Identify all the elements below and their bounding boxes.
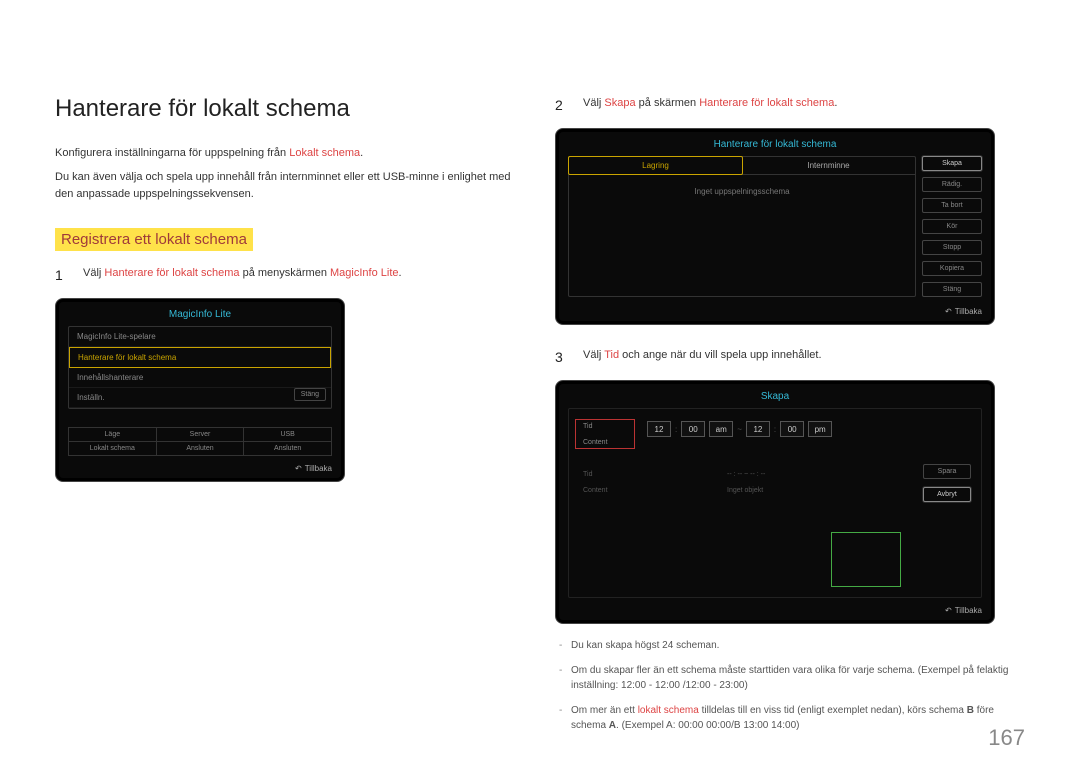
time-m2[interactable]: 00 (780, 421, 804, 437)
mock2-btn-kor[interactable]: Kör (922, 219, 982, 234)
m3-ghost1-val: -- : -- ~ -- : -- (727, 471, 765, 478)
s2-post: . (834, 97, 837, 109)
time-h1[interactable]: 12 (647, 421, 671, 437)
s3-red1: Tid (604, 349, 619, 361)
s1-post: . (399, 267, 402, 279)
m3-ghost2-label: Content (583, 487, 633, 494)
step-2-num: 2 (555, 95, 569, 116)
note-1: Du kan skapa högst 24 scheman. (559, 638, 1030, 653)
m1-td-2: Ansluten (156, 441, 244, 455)
mock2-empty-text: Inget uppspelningsschema (569, 175, 915, 266)
s2-red2: Hanterare för lokalt schema (699, 97, 834, 109)
mock1-row-0[interactable]: MagicInfo Lite-spelare (69, 327, 331, 347)
mock2-btn-radig[interactable]: Rädig. (922, 177, 982, 192)
intro1-pre: Konfigurera inställningarna för uppspeln… (55, 147, 289, 159)
mock2-btn-stopp[interactable]: Stopp (922, 240, 982, 255)
m1-td-3: Ansluten (244, 441, 332, 455)
step-3-num: 3 (555, 347, 569, 368)
time-ap1[interactable]: am (709, 421, 733, 437)
s2-mid: på skärmen (636, 97, 700, 109)
mock2-btn-tabort[interactable]: Ta bort (922, 198, 982, 213)
mock2-tab-internminne[interactable]: Internminne (742, 157, 915, 174)
s2-red1: Skapa (604, 97, 635, 109)
mock3-back[interactable]: Tillbaka (945, 606, 982, 615)
mock-skapa-screen: Skapa Tid 12 : 00 am ~ 12 : 00 pm (555, 380, 995, 624)
mock2-btn-skapa[interactable]: Skapa (922, 156, 982, 171)
n3-pre: Om mer än ett (571, 705, 638, 716)
n3-b: B (967, 705, 974, 716)
m3-row2-label: Content (583, 439, 633, 446)
n3-red: lokalt schema (638, 705, 699, 716)
page-number: 167 (988, 725, 1025, 751)
s1-pre: Välj (83, 267, 104, 279)
n3-post: . (Exempel A: 00:00 00:00/B 13:00 14:00) (616, 720, 799, 731)
mock2-title: Hanterare för lokalt schema (562, 135, 988, 156)
step-1: 1 Välj Hanterare för lokalt schema på me… (55, 265, 515, 286)
mock2-btn-stang[interactable]: Stäng (922, 282, 982, 297)
page-title: Hanterare för lokalt schema (55, 95, 515, 123)
mock3-title: Skapa (562, 387, 988, 408)
m1-td-1: Lokalt schema (69, 441, 157, 455)
mock1-row-1-selected[interactable]: Hanterare för lokalt schema (69, 347, 331, 368)
mock-hanterare-screen: Hanterare för lokalt schema Lagring Inte… (555, 128, 995, 325)
notes-list: Du kan skapa högst 24 scheman. Om du ska… (555, 638, 1030, 733)
s1-red2: MagicInfo Lite (330, 267, 398, 279)
time-sep: ~ (737, 425, 742, 434)
mock2-tab-lagring[interactable]: Lagring (568, 156, 743, 175)
m3-row1-label: Tid (583, 423, 633, 430)
mock1-title: MagicInfo Lite (62, 305, 338, 326)
step-1-num: 1 (55, 265, 69, 286)
intro-line-2: Du kan även välja och spela upp innehåll… (55, 169, 515, 204)
mock-magicinfo-menu: MagicInfo Lite MagicInfo Lite-spelare Ha… (55, 298, 345, 482)
mock1-status-table: Läge Server USB Lokalt schema Ansluten A… (68, 427, 332, 456)
mock3-btn-avbryt[interactable]: Avbryt (923, 487, 971, 502)
step-3: 3 Välj Tid och ange när du vill spela up… (555, 347, 1030, 368)
s3-post: och ange när du vill spela upp innehålle… (619, 349, 821, 361)
time-ap2[interactable]: pm (808, 421, 832, 437)
m1-th-3: USB (244, 427, 332, 441)
m3-ghost1-label: Tid (583, 471, 633, 478)
highlight-green-icon (831, 532, 901, 587)
m3-ghost2-val: Inget objekt (727, 487, 763, 494)
time-h2[interactable]: 12 (746, 421, 770, 437)
mock2-back[interactable]: Tillbaka (945, 307, 982, 316)
step-2: 2 Välj Skapa på skärmen Hanterare för lo… (555, 95, 1030, 116)
mock2-btn-kopiera[interactable]: Kopiera (922, 261, 982, 276)
s1-mid: på menyskärmen (240, 267, 330, 279)
time-m1[interactable]: 00 (681, 421, 705, 437)
s2-pre: Välj (583, 97, 604, 109)
s3-pre: Välj (583, 349, 604, 361)
m1-th-2: Server (156, 427, 244, 441)
intro1-post: . (360, 147, 363, 159)
mock1-row-2[interactable]: Innehållshanterare (69, 368, 331, 388)
mock1-close-button[interactable]: Stäng (294, 388, 326, 401)
intro-line-1: Konfigurera inställningarna för uppspeln… (55, 145, 515, 163)
m1-th-1: Läge (69, 427, 157, 441)
mock3-btn-spara[interactable]: Spara (923, 464, 971, 479)
mock1-row-3[interactable]: Inställn. (69, 388, 331, 408)
s1-red1: Hanterare för lokalt schema (104, 267, 239, 279)
intro1-red: Lokalt schema (289, 147, 360, 159)
n3-mid: tilldelas till en viss tid (enligt exemp… (699, 705, 967, 716)
note-2: Om du skapar fler än ett schema måste st… (559, 663, 1030, 693)
n3-a: A (609, 720, 616, 731)
section-subhead: Registrera ett lokalt schema (55, 228, 253, 251)
note-3: Om mer än ett lokalt schema tilldelas ti… (559, 703, 1030, 733)
mock1-back[interactable]: Tillbaka (295, 464, 332, 473)
